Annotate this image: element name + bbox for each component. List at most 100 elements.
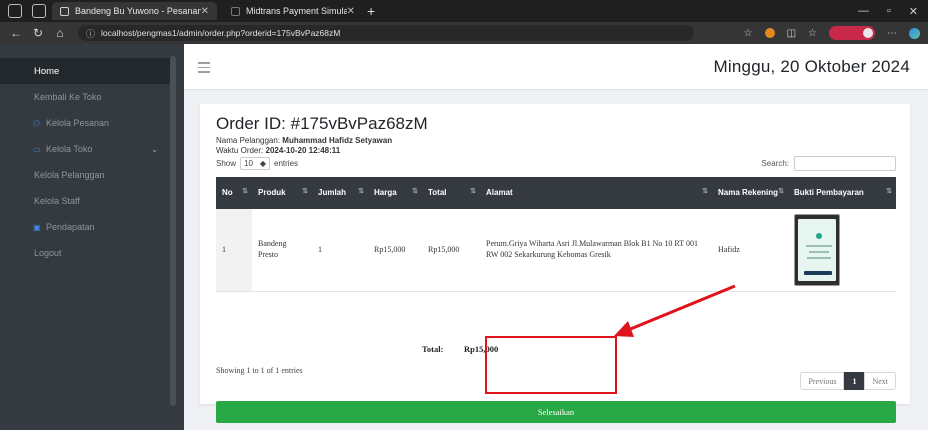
sidebar-item-label: Pendapatan (46, 222, 95, 232)
order-time-label: Waktu Order: (216, 146, 264, 155)
pagination: Previous 1 Next (800, 372, 896, 390)
cell-no: 1 (216, 209, 252, 292)
close-window-icon[interactable]: ✕ (909, 5, 918, 18)
sidebar-item-kelola-toko[interactable]: ▭ Kelola Toko ⌄ (0, 136, 170, 162)
column-header-alamat[interactable]: Alamat ⇅ (480, 177, 712, 209)
customer-name: Muhammad Hafidz Setyawan (282, 136, 393, 145)
cell-alamat: Perum.Griya Wiharta Asri Jl.Mulawarman B… (480, 209, 712, 292)
column-header-total[interactable]: Total ⇅ (422, 177, 480, 209)
show-label: Show (216, 159, 237, 168)
sidebar-item-label: Kelola Pelanggan (34, 170, 105, 180)
browser-tab-bar: Bandeng Bu Yuwono - Pesanan M ✕ Midtrans… (0, 0, 928, 22)
cell-total: Rp15,000 (422, 209, 480, 292)
sidebar-item-label: Kelola Toko (46, 144, 93, 154)
order-title: Order ID: #175vBvPaz68zM (216, 114, 428, 133)
page-icon (60, 6, 69, 16)
sidebar-scrollbar[interactable] (170, 56, 176, 406)
column-header-harga[interactable]: Harga ⇅ (368, 177, 422, 209)
finish-order-button[interactable]: Selesaikan (216, 401, 896, 423)
sidebar-icon[interactable] (8, 4, 22, 18)
refresh-icon[interactable]: ↻ (32, 26, 44, 40)
collections-icon[interactable]: ☆ (808, 28, 817, 39)
next-page-button[interactable]: Next (864, 372, 896, 390)
url-text: localhost/pengmas1/admin/order.php?order… (101, 28, 341, 38)
cell-jumlah: 1 (312, 209, 368, 292)
split-screen-icon[interactable]: ◫ (787, 28, 796, 39)
store-icon: ▭ (33, 144, 41, 154)
order-items-table: No ⇅ Produk ⇅ Jumlah ⇅ Harga ⇅ Total ⇅ Alamat… (216, 177, 896, 292)
home-icon[interactable]: ⌂ (54, 26, 66, 40)
page-1-button[interactable]: 1 (844, 372, 865, 390)
close-tab-icon[interactable]: ✕ (347, 6, 355, 17)
sort-icon: ⇅ (470, 188, 476, 195)
total-label: Total: (422, 344, 444, 354)
sidebar-item-kelola-pelanggan[interactable]: Kelola Pelanggan (0, 162, 170, 188)
cell-produk: Bandeng Presto (252, 209, 312, 292)
window-controls: — ▫ ✕ (858, 5, 928, 18)
address-bar-row: ← ↻ ⌂ ⓘ localhost/pengmas1/admin/order.p… (0, 22, 928, 44)
payment-proof-thumbnail[interactable] (794, 213, 840, 286)
column-header-no[interactable]: No ⇅ (216, 177, 252, 209)
browser-tab-active[interactable]: Bandeng Bu Yuwono - Pesanan M ✕ (52, 2, 217, 20)
table-header-row: No ⇅ Produk ⇅ Jumlah ⇅ Harga ⇅ Total ⇅ Alamat… (216, 177, 896, 209)
more-icon[interactable]: ⋯ (887, 28, 897, 39)
annotation-highlight-box (485, 336, 617, 394)
top-navbar: Minggu, 20 Oktober 2024 (184, 44, 928, 90)
browser-tab-inactive[interactable]: Midtrans Payment Simulator ✕ (223, 2, 363, 20)
copilot-icon[interactable] (909, 27, 920, 39)
sidebar-item-label: Kembali Ke Toko (34, 92, 102, 102)
current-date: Minggu, 20 Oktober 2024 (713, 57, 910, 76)
favorite-icon[interactable]: ☆ (744, 28, 753, 39)
tab-title: Midtrans Payment Simulator (246, 6, 347, 16)
customer-label: Nama Pelanggan: (216, 136, 281, 145)
sort-icon: ⇅ (412, 188, 418, 195)
info-icon[interactable]: ⓘ (86, 27, 95, 40)
sidebar: Home Kembali Ke Toko ⚇ Kelola Pesanan ▭ … (0, 44, 184, 430)
profile-icon[interactable] (829, 26, 875, 40)
search-label: Search: (761, 159, 789, 168)
page-size-select[interactable]: 10 ◆ (240, 157, 271, 170)
chevron-down-icon: ⌄ (151, 144, 158, 154)
order-time-line: Waktu Order: 2024-10-20 12:48:11 (216, 146, 340, 155)
customer-line: Nama Pelanggan: Muhammad Hafidz Setyawan (216, 136, 392, 145)
search-input[interactable] (794, 156, 896, 171)
pagination-info: Showing 1 to 1 of 1 entries (216, 366, 303, 375)
sort-icon: ⇅ (358, 188, 364, 195)
sidebar-item-label: Kelola Staff (34, 196, 80, 206)
sort-icon: ⇅ (778, 188, 784, 195)
sidebar-item-home[interactable]: Home (0, 58, 170, 84)
money-icon: ▣ (33, 222, 41, 232)
page-size-control: Show 10 ◆ entries (216, 157, 298, 170)
page-size-value: 10 (244, 159, 253, 168)
extension-icon[interactable] (764, 28, 775, 38)
minimize-icon[interactable]: — (858, 5, 869, 18)
column-header-produk[interactable]: Produk ⇅ (252, 177, 312, 209)
column-header-nama-rekening[interactable]: Nama Rekening ⇅ (712, 177, 788, 209)
menu-toggle-icon[interactable] (198, 62, 210, 76)
sidebar-item-label: Kelola Pesanan (46, 118, 110, 128)
close-tab-icon[interactable]: ✕ (201, 6, 209, 17)
tab-actions-icon[interactable] (32, 4, 46, 18)
previous-page-button[interactable]: Previous (800, 372, 845, 390)
new-tab-button[interactable]: + (367, 3, 375, 19)
url-field[interactable]: ⓘ localhost/pengmas1/admin/order.php?ord… (78, 25, 694, 41)
order-time-value: 2024-10-20 12:48:11 (265, 146, 341, 155)
cell-nama-rekening: Hafidz (712, 209, 788, 292)
sort-icon: ⇅ (242, 188, 248, 195)
cell-harga: Rp15,000 (368, 209, 422, 292)
table-search: Search: (761, 156, 896, 171)
sidebar-item-label: Home (34, 65, 60, 77)
sidebar-item-logout[interactable]: Logout (0, 240, 170, 266)
cell-bukti-pembayaran (788, 209, 896, 292)
column-header-jumlah[interactable]: Jumlah ⇅ (312, 177, 368, 209)
column-header-bukti-pembayaran[interactable]: Bukti Pembayaran ⇅ (788, 177, 896, 209)
sort-icon: ⇅ (302, 188, 308, 195)
maximize-icon[interactable]: ▫ (887, 5, 891, 18)
sidebar-item-pendapatan[interactable]: ▣ Pendapatan (0, 214, 170, 240)
sidebar-item-kelola-staff[interactable]: Kelola Staff (0, 188, 170, 214)
sidebar-item-kelola-pesanan[interactable]: ⚇ Kelola Pesanan (0, 110, 170, 136)
browser-toolbar-right: ☆ ◫ ☆ ⋯ (744, 26, 928, 40)
sidebar-item-kembali-ke-toko[interactable]: Kembali Ke Toko (0, 84, 170, 110)
back-icon[interactable]: ← (10, 26, 22, 40)
table-row: 1 Bandeng Presto 1 Rp15,000 Rp15,000 Per… (216, 209, 896, 292)
